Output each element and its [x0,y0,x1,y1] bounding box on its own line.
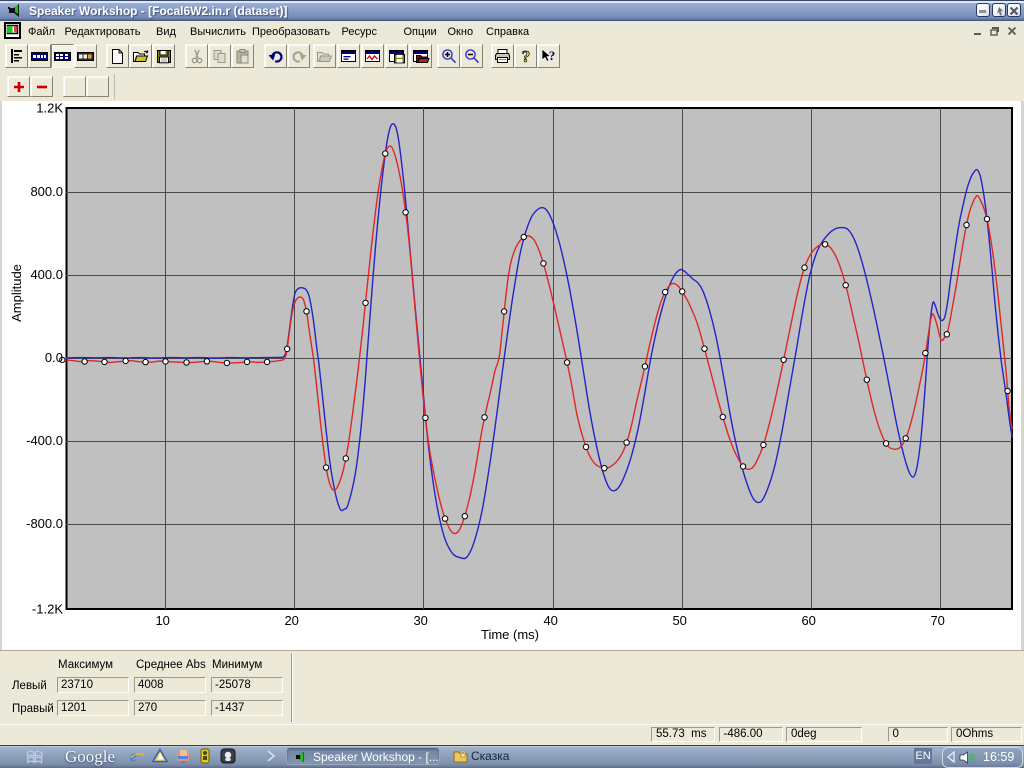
svg-text:10: 10 [155,613,169,628]
svg-text:800.0: 800.0 [30,184,63,199]
svg-text:Amplitude: Amplitude [9,264,24,322]
svg-text:-1.2K: -1.2K [32,601,63,616]
svg-text:60: 60 [801,613,815,628]
svg-text:1.2K: 1.2K [36,101,63,116]
svg-text:?: ? [522,48,531,65]
svg-text:20: 20 [284,613,298,628]
svg-text:50: 50 [672,613,686,628]
svg-text:30: 30 [413,613,427,628]
svg-text:400.0: 400.0 [30,267,63,282]
svg-text:40: 40 [543,613,557,628]
svg-text:-400.0: -400.0 [26,433,63,448]
svg-text:Time (ms): Time (ms) [481,627,539,642]
svg-text:-800.0: -800.0 [26,516,63,531]
svg-text:70: 70 [930,613,944,628]
svg-text:0.0: 0.0 [45,350,63,365]
